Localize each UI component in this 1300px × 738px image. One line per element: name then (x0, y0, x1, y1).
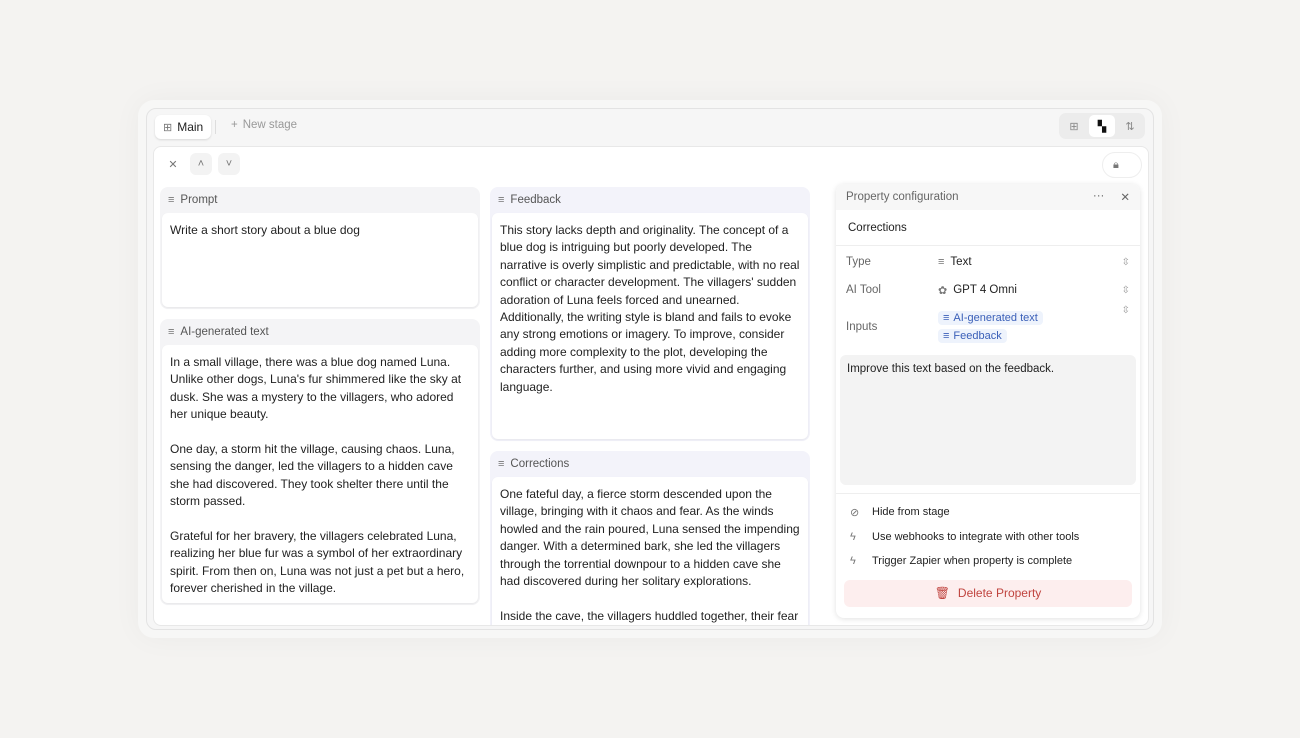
view-switcher: ⊞ ▚ ⇅ (1059, 113, 1145, 139)
delete-property-button[interactable]: 🗑︎ Delete Property (844, 579, 1132, 607)
lightning-icon: ϟ (850, 555, 856, 568)
text-icon: ≡ (498, 458, 505, 470)
text-icon: ≡ (498, 194, 505, 206)
divider (215, 120, 216, 134)
lightning-icon: ϟ (850, 530, 856, 543)
chevron-up-icon[interactable]: ˄ (190, 153, 212, 175)
card-prompt: ≡ Prompt Write a short story about a blue… (160, 187, 480, 309)
more-icon[interactable]: ··· (1093, 190, 1105, 204)
text-icon: ≡ (943, 312, 950, 324)
text-icon: ≡ (168, 326, 175, 338)
text-icon: ≡ (168, 194, 175, 206)
hide-from-stage-option[interactable]: ⊘ Hide from stage (836, 500, 1140, 525)
eye-off-icon: ⊘ (850, 506, 860, 519)
ai-tool-select[interactable]: AI Tool ✿ GPT 4 Omni ⇳ (836, 277, 1140, 303)
app-window: ⊞ Main + New stage ⊞ ▚ ⇅ ✕ ˄ ˅ 🔒︎ ≡ Prompt … (146, 108, 1154, 630)
new-stage-button[interactable]: + New stage (231, 119, 297, 131)
webhooks-option[interactable]: ϟ Use webhooks to integrate with other to… (836, 525, 1140, 550)
prompt-value[interactable]: Write a short story about a blue dog (162, 213, 478, 307)
text-icon: ≡ (943, 330, 950, 342)
tab-main[interactable]: ⊞ Main (155, 115, 212, 139)
chevron-updown-icon: ⇳ (1121, 256, 1130, 268)
input-chip[interactable]: ≡ AI-generated text (938, 311, 1043, 325)
table-icon: ⊞ (163, 121, 173, 134)
chevron-updown-icon: ⇳ (1121, 305, 1130, 316)
prompt-textarea[interactable]: Improve this text based on the feedback. (840, 355, 1136, 485)
chevron-updown-icon: ⇳ (1121, 284, 1130, 296)
grid-view-icon[interactable]: ▚ (1089, 115, 1115, 137)
property-configuration-panel: Property configuration ··· ✕ Corrections T… (836, 184, 1140, 618)
record-panel: ✕ ˄ ˅ 🔒︎ ≡ Prompt Write a short story abo… (153, 146, 1149, 626)
lock-icon: 🔒︎ (1113, 158, 1119, 171)
trash-icon: 🗑︎ (934, 586, 950, 600)
type-select[interactable]: Type ≡ Text ⇳ (836, 247, 1140, 277)
lock-button[interactable]: 🔒︎ (1102, 152, 1142, 178)
close-icon[interactable]: ✕ (1120, 190, 1130, 204)
inputs-select[interactable]: Inputs ≡ AI-generated text ≡ Feedback ⇳ (836, 303, 1140, 351)
property-name-input[interactable]: Corrections (836, 210, 1140, 246)
flow-view-icon[interactable]: ⇅ (1117, 115, 1143, 137)
text-icon: ≡ (938, 256, 945, 268)
ai-generated-value[interactable]: In a small village, there was a blue dog… (162, 345, 478, 603)
card-feedback: ≡ Feedback This story lacks depth and ori… (490, 187, 810, 441)
card-ai-generated-text: ≡ AI-generated text In a small village, t… (160, 319, 480, 605)
card-corrections: ≡ Corrections One fateful day, a fierce s… (490, 451, 810, 625)
input-chip[interactable]: ≡ Feedback (938, 329, 1007, 343)
corrections-value[interactable]: One fateful day, a fierce storm descende… (492, 477, 808, 625)
zapier-option[interactable]: ϟ Trigger Zapier when property is complet… (836, 549, 1140, 574)
feedback-value[interactable]: This story lacks depth and originality. … (492, 213, 808, 439)
openai-icon: ✿ (938, 284, 948, 297)
chevron-down-icon[interactable]: ˅ (218, 153, 240, 175)
close-icon[interactable]: ✕ (162, 153, 184, 175)
table-view-icon[interactable]: ⊞ (1061, 115, 1087, 137)
plus-icon: + (231, 119, 238, 131)
